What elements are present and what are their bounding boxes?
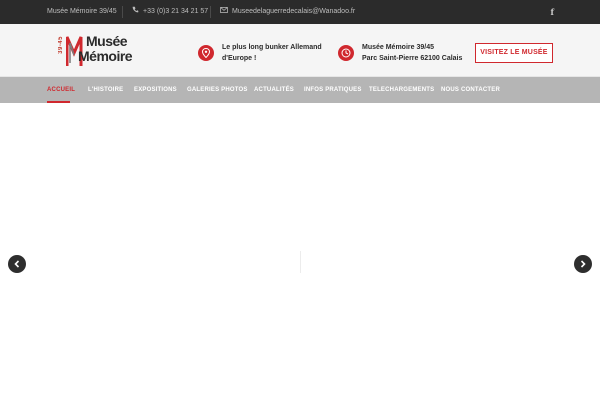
logo-line-1: Musée (86, 33, 128, 49)
bunker-line-1: Le plus long bunker Allemand (222, 44, 322, 51)
bunker-line-2: d'Europe ! (222, 55, 257, 62)
nav-item-nous-contacter[interactable]: NOUS CONTACTER (441, 77, 500, 103)
header: 39-45 Musée Mémoire Le plus long bunker … (0, 24, 600, 77)
email-address: Museedelaguerredecalais@Wanadoo.fr (232, 8, 356, 15)
chevron-right-icon (580, 260, 586, 268)
logo-line-2: Mémoire (78, 48, 133, 64)
phone-number: +33 (0)3 21 34 21 57 (143, 8, 209, 15)
visit-museum-button[interactable]: VISITEZ LE MUSÉE (475, 43, 553, 63)
nav-item-histoire[interactable]: L'HISTOIRE (88, 77, 123, 103)
nav-item-expositions[interactable]: EXPOSITIONS (134, 77, 177, 103)
slider-next-button[interactable] (574, 255, 592, 273)
topbar-email[interactable]: Museedelaguerredecalais@Wanadoo.fr (220, 0, 355, 24)
facebook-icon[interactable]: f (551, 0, 554, 24)
top-bar: Musée Mémoire 39/45 +33 (0)3 21 34 21 57… (0, 0, 600, 24)
topbar-phone[interactable]: +33 (0)3 21 34 21 57 (132, 0, 208, 24)
slider-prev-button[interactable] (8, 255, 26, 273)
nav-item-galeries-photos[interactable]: GALERIES PHOTOS (187, 77, 248, 103)
header-info-bunker: Le plus long bunker Allemand d'Europe ! (198, 41, 338, 65)
header-info-text: Musée Mémoire 39/45 Parc Saint-Pierre 62… (362, 42, 462, 64)
envelope-icon (220, 0, 228, 24)
hero-slider (0, 103, 600, 400)
header-info-text: Le plus long bunker Allemand d'Europe ! (222, 42, 322, 64)
nav-item-infos-pratiques[interactable]: INFOS PRATIQUES (304, 77, 362, 103)
clock-icon (338, 45, 354, 61)
topbar-museum-name: Musée Mémoire 39/45 (47, 8, 117, 15)
address-line-1: Musée Mémoire 39/45 (362, 44, 434, 51)
address-line-2: Parc Saint-Pierre 62100 Calais (362, 55, 463, 62)
location-pin-icon (198, 45, 214, 61)
topbar-divider (122, 6, 123, 18)
topbar-divider (210, 6, 211, 18)
main-nav: ACCUEIL L'HISTOIRE EXPOSITIONS GALERIES … (0, 77, 600, 103)
chevron-left-icon (14, 260, 20, 268)
logo-years: 39-45 (58, 36, 64, 54)
slide-divider (300, 251, 301, 273)
header-info-address: Musée Mémoire 39/45 Parc Saint-Pierre 62… (338, 41, 468, 65)
phone-icon (132, 0, 139, 24)
nav-item-accueil[interactable]: ACCUEIL (47, 77, 75, 103)
site-logo[interactable]: 39-45 Musée Mémoire (58, 33, 133, 68)
nav-item-telechargements[interactable]: TELECHARGEMENTS (369, 77, 434, 103)
nav-item-actualites[interactable]: ACTUALITÉS (254, 77, 294, 103)
